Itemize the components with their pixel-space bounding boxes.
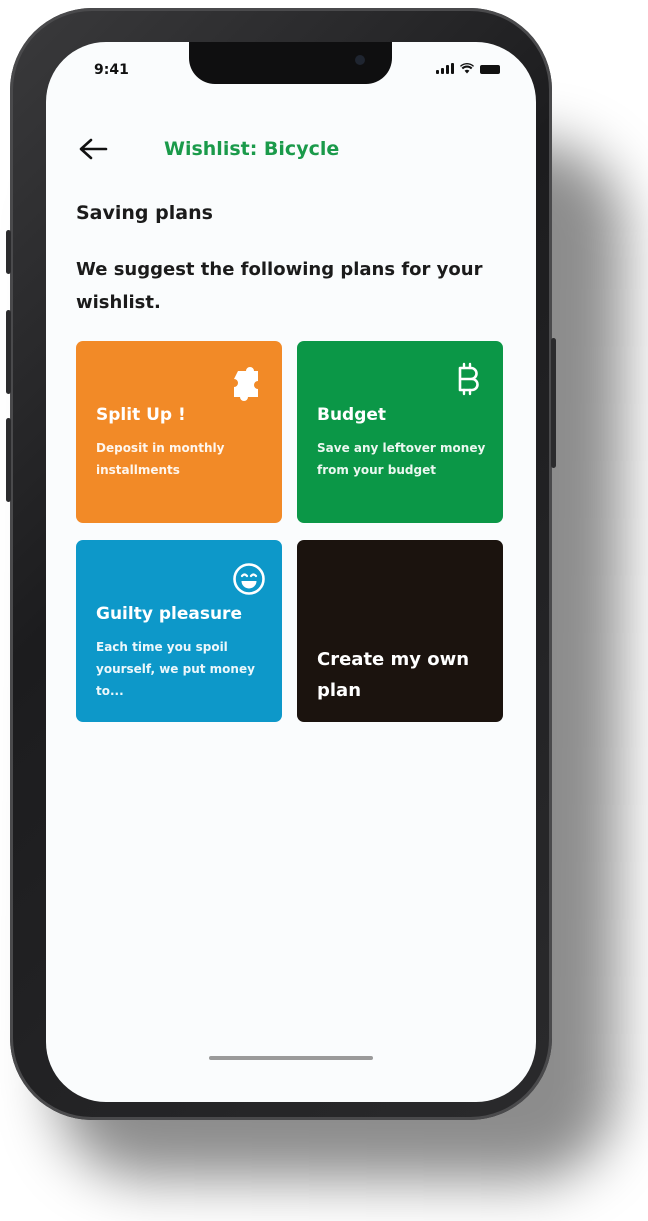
power-button bbox=[551, 338, 556, 468]
plan-description: Deposit in monthly installments bbox=[96, 441, 225, 477]
front-camera bbox=[355, 55, 365, 65]
plan-title: Guilty pleasure bbox=[96, 604, 242, 624]
status-icons bbox=[436, 63, 500, 74]
volume-up-button bbox=[6, 310, 11, 394]
section-intro: We suggest the following plans for your … bbox=[76, 259, 483, 313]
plan-title: Create my own plan bbox=[317, 649, 470, 701]
notch bbox=[189, 42, 392, 84]
puzzle-icon bbox=[234, 367, 258, 401]
plan-title: Split Up ! bbox=[96, 405, 186, 425]
back-button[interactable] bbox=[78, 134, 112, 164]
volume-down-button bbox=[6, 418, 11, 502]
battery-icon bbox=[480, 65, 500, 74]
section-title: Saving plans bbox=[76, 202, 213, 224]
signal-icon bbox=[436, 63, 454, 74]
device-mockup: 9:41 Wishlist: Bicycle Saving plans We s… bbox=[0, 0, 648, 1221]
plan-description: Each time you spoil yourself, we put mon… bbox=[96, 640, 255, 698]
plan-description: Save any leftover money from your budget bbox=[317, 441, 486, 477]
page-title: Wishlist: Bicycle bbox=[164, 138, 340, 160]
arrow-left-icon bbox=[79, 138, 108, 160]
home-indicator[interactable] bbox=[209, 1056, 373, 1060]
status-time: 9:41 bbox=[94, 62, 129, 78]
plan-card-budget[interactable]: Budget Save any leftover money from your… bbox=[297, 341, 503, 523]
app-screen: 9:41 Wishlist: Bicycle Saving plans We s… bbox=[46, 42, 536, 1102]
mute-switch bbox=[6, 230, 11, 274]
plan-card-create-own[interactable]: Create my own plan bbox=[297, 540, 503, 722]
app-header: Wishlist: Bicycle bbox=[78, 134, 498, 164]
smiley-icon bbox=[233, 563, 265, 595]
plan-title: Budget bbox=[317, 405, 387, 425]
plan-card-split-up[interactable]: Split Up ! Deposit in monthly installmen… bbox=[76, 341, 282, 523]
plan-card-guilty-pleasure[interactable]: Guilty pleasure Each time you spoil your… bbox=[76, 540, 282, 722]
phone-frame: 9:41 Wishlist: Bicycle Saving plans We s… bbox=[6, 8, 556, 1120]
wifi-icon bbox=[460, 63, 474, 74]
bitcoin-b-icon bbox=[458, 362, 479, 396]
